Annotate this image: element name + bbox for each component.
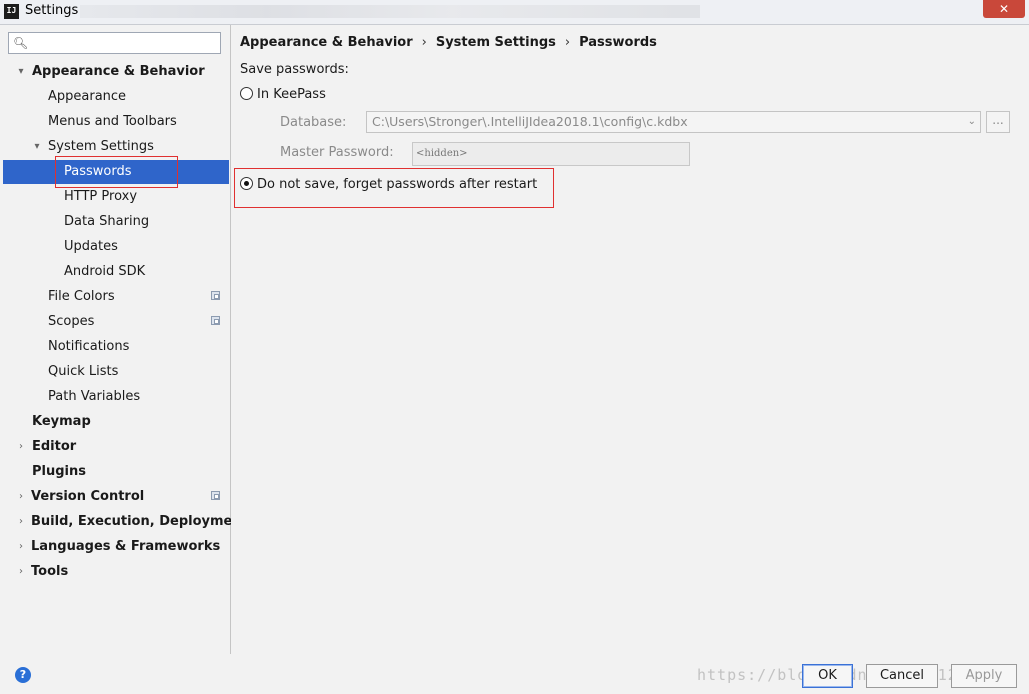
tree-item-label: Menus and Toolbars <box>48 114 177 129</box>
tree-item-plugins[interactable]: Plugins <box>3 460 229 484</box>
red-highlight-do-not-save <box>234 168 554 208</box>
tree-item-scopes[interactable]: Scopes <box>3 310 229 334</box>
tree-item-version-control[interactable]: › Version Control <box>3 485 229 509</box>
tree-item-label: Plugins <box>32 464 86 479</box>
tree-item-label: Android SDK <box>64 264 146 279</box>
tree-item-build-execution-deployment[interactable]: › Build, Execution, Deployment <box>3 510 248 534</box>
radio-in-keepass[interactable]: In KeePass <box>240 86 326 104</box>
tree-item-label: Languages & Frameworks <box>31 539 221 554</box>
tree-item-label: Keymap <box>32 414 91 429</box>
radio-button[interactable] <box>240 87 253 100</box>
tree-item-label: Tools <box>31 564 69 579</box>
radio-label: In KeePass <box>257 87 326 102</box>
breadcrumb-item: Passwords <box>579 35 657 50</box>
chevron-right-icon[interactable]: › <box>15 485 27 509</box>
breadcrumb-item: Appearance & Behavior <box>240 35 413 50</box>
settings-search-input[interactable] <box>33 35 217 53</box>
close-icon: ✕ <box>998 2 1010 16</box>
tree-item-label: Version Control <box>31 489 145 504</box>
tree-item-android-sdk[interactable]: Android SDK <box>3 260 229 284</box>
tree-item-keymap[interactable]: Keymap <box>3 410 229 434</box>
ok-button[interactable]: OK <box>802 664 853 688</box>
breadcrumb-item: System Settings <box>435 35 556 50</box>
title-bar: IJ Settings ✕ <box>0 0 1029 25</box>
tree-item-label: Path Variables <box>48 389 141 404</box>
window-title: Settings <box>25 3 79 18</box>
browse-database-button[interactable]: ... <box>986 111 1010 133</box>
search-icon: 🔍︎ <box>13 36 29 50</box>
tree-item-label: Appearance <box>48 89 127 104</box>
chevron-down-icon[interactable]: ▾ <box>31 135 43 159</box>
window-close-button[interactable]: ✕ <box>983 0 1025 18</box>
cancel-button[interactable]: Cancel <box>866 664 938 688</box>
intellij-app-icon: IJ <box>4 4 19 19</box>
red-highlight-passwords <box>55 156 178 188</box>
tree-item-data-sharing[interactable]: Data Sharing <box>3 210 229 234</box>
tree-item-label: Editor <box>32 439 77 454</box>
tree-item-label: Notifications <box>48 339 130 354</box>
settings-sidebar: 🔍︎ ▾ Appearance & Behavior Appearance Me… <box>0 25 248 654</box>
save-passwords-label: Save passwords: <box>240 62 349 77</box>
chevron-down-icon[interactable]: ⌄ <box>968 112 976 132</box>
tree-item-label: Data Sharing <box>64 214 150 229</box>
tree-item-quick-lists[interactable]: Quick Lists <box>3 360 229 384</box>
tree-item-editor[interactable]: › Editor <box>3 435 229 459</box>
project-config-icon <box>211 491 220 500</box>
dialog-footer: ? https://blog.csdn.net/u012687358 OK Ca… <box>0 654 1029 694</box>
tree-item-updates[interactable]: Updates <box>3 235 229 259</box>
tree-item-label: Updates <box>64 239 118 254</box>
help-icon[interactable]: ? <box>15 667 31 683</box>
tree-item-path-variables[interactable]: Path Variables <box>3 385 229 409</box>
tree-item-http-proxy[interactable]: HTTP Proxy <box>3 185 229 209</box>
chevron-right-icon[interactable]: › <box>15 510 27 534</box>
tree-item-appearance[interactable]: Appearance <box>3 85 229 109</box>
project-config-icon <box>211 316 220 325</box>
chevron-right-icon[interactable]: › <box>15 560 27 584</box>
settings-search-box[interactable]: 🔍︎ <box>8 32 221 54</box>
chevron-down-icon[interactable]: ▾ <box>15 60 27 84</box>
tree-item-label: Quick Lists <box>48 364 119 379</box>
tree-item-languages-frameworks[interactable]: › Languages & Frameworks <box>3 535 229 559</box>
breadcrumb-separator: › <box>421 35 427 50</box>
tree-item-label: File Colors <box>48 289 115 304</box>
tree-item-label: Build, Execution, Deployment <box>31 514 248 529</box>
chevron-right-icon[interactable]: › <box>15 435 27 459</box>
tree-item-label: Scopes <box>48 314 95 329</box>
master-password-label: Master Password: <box>280 145 394 160</box>
tree-item-appearance-behavior[interactable]: ▾ Appearance & Behavior <box>3 60 229 84</box>
database-label: Database: <box>280 115 347 130</box>
breadcrumb-separator: › <box>564 35 571 50</box>
database-path-combo[interactable]: C:\Users\Stronger\.IntelliJIdea2018.1\co… <box>366 111 981 133</box>
tree-item-tools[interactable]: › Tools <box>3 560 229 584</box>
tree-item-label: Appearance & Behavior <box>32 64 205 79</box>
chevron-right-icon[interactable]: › <box>15 535 27 559</box>
database-path-value: C:\Users\Stronger\.IntelliJIdea2018.1\co… <box>372 114 688 129</box>
master-password-field[interactable]: <hidden> <box>412 142 690 166</box>
breadcrumb: Appearance & Behavior › System Settings › Pa… <box>240 35 657 50</box>
passwords-settings-panel: Appearance & Behavior › System Settings › Pa… <box>231 25 1029 654</box>
project-config-icon <box>211 291 220 300</box>
blurred-title-region <box>80 5 700 18</box>
tree-item-label: HTTP Proxy <box>64 189 138 204</box>
tree-item-file-colors[interactable]: File Colors <box>3 285 229 309</box>
tree-item-notifications[interactable]: Notifications <box>3 335 229 359</box>
apply-button[interactable]: Apply <box>951 664 1017 688</box>
tree-item-menus-toolbars[interactable]: Menus and Toolbars <box>3 110 229 134</box>
